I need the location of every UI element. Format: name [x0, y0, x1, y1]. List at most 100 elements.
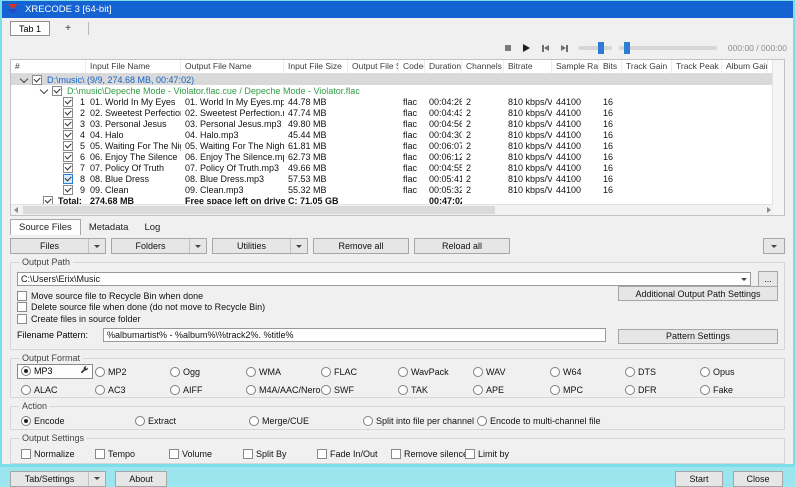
format-radio-mp2[interactable]: [95, 366, 105, 377]
format-radio-flac[interactable]: [321, 366, 331, 377]
remove-all-button[interactable]: Remove all: [313, 238, 409, 254]
format-mp3-selected[interactable]: MP3: [17, 363, 93, 379]
titlebar[interactable]: XRECODE 3 [64-bit]: [2, 1, 793, 18]
action-radio-merge-cue[interactable]: [249, 415, 259, 426]
format-option-m4a-aac-nero[interactable]: M4A/AAC/Nero: [246, 384, 321, 396]
panel-tab-log[interactable]: Log: [136, 220, 168, 235]
option-delete-source-file-when-done-do-not-move-to-recycle-bin[interactable]: Delete source file when done (do not mov…: [17, 302, 778, 314]
format-radio-opus[interactable]: [700, 366, 710, 377]
format-radio-wav[interactable]: [473, 366, 483, 377]
column-header-album-gain[interactable]: Album Gain: [722, 60, 768, 73]
setting-checkbox-tempo[interactable]: [95, 448, 105, 459]
table-row[interactable]: 4 04. Halo 04. Halo.mp3 45.44 MB flac 00:04:3…: [11, 129, 784, 140]
table-row[interactable]: 1 01. World In My Eyes 01. World In My Eye…: [11, 96, 784, 107]
folders-button[interactable]: Folders: [111, 238, 207, 254]
volume-slider[interactable]: [618, 42, 717, 54]
format-option-aiff[interactable]: AIFF: [170, 384, 203, 396]
table-row[interactable]: 6 06. Enjoy The Silence 06. Enjoy The Sile…: [11, 151, 784, 162]
next-track-button[interactable]: [559, 42, 571, 54]
previous-track-button[interactable]: [540, 42, 552, 54]
format-radio-mp3[interactable]: [21, 366, 31, 376]
row-checkbox[interactable]: [63, 118, 73, 129]
group-checkbox[interactable]: [32, 74, 42, 85]
table-row[interactable]: 2 02. Sweetest Perfection 02. Sweetest Per…: [11, 107, 784, 118]
tab-settings-button[interactable]: Tab/Settings: [10, 470, 106, 487]
action-radio-encode[interactable]: [21, 415, 31, 426]
setting-checkbox-limit-by[interactable]: [465, 448, 475, 459]
column-header-channels[interactable]: Channels: [462, 60, 504, 73]
table-row[interactable]: 5 05. Waiting For The Night 05. Waiting Fo…: [11, 140, 784, 151]
row-checkbox[interactable]: [63, 129, 73, 140]
action-radio-split-into-file-per-channel[interactable]: [363, 415, 373, 426]
column-header-duration[interactable]: Duration: [425, 60, 462, 73]
format-option-opus[interactable]: Opus: [700, 366, 735, 378]
play-button[interactable]: [521, 42, 533, 54]
format-option-wavpack[interactable]: WavPack: [398, 366, 449, 378]
scroll-thumb[interactable]: [23, 206, 496, 214]
utilities-button[interactable]: Utilities: [212, 238, 308, 254]
column-header-track-gain[interactable]: Track Gain: [622, 60, 672, 73]
setting-checkbox-volume[interactable]: [169, 448, 179, 459]
column-header-output-file-name[interactable]: Output File Name: [181, 60, 284, 73]
panel-tab-metadata[interactable]: Metadata: [81, 220, 137, 235]
stop-button[interactable]: [502, 42, 514, 54]
format-radio-ac3[interactable]: [95, 384, 105, 395]
scroll-right-arrow[interactable]: [767, 207, 771, 213]
format-option-alac[interactable]: ALAC: [21, 384, 58, 396]
action-option-extract[interactable]: Extract: [135, 415, 176, 427]
setting-checkbox-fade-in-out[interactable]: [317, 448, 327, 459]
output-path-input[interactable]: C:\Users\Erix\Music: [17, 272, 751, 286]
action-option-encode[interactable]: Encode: [21, 415, 65, 427]
row-checkbox[interactable]: [63, 151, 73, 162]
format-radio-dfr[interactable]: [625, 384, 635, 395]
files-dropdown-icon[interactable]: [88, 239, 105, 253]
format-option-wav[interactable]: WAV: [473, 366, 506, 378]
format-radio-ape[interactable]: [473, 384, 483, 395]
collapse-chevron-icon[interactable]: [39, 85, 49, 94]
start-button[interactable]: Start: [675, 470, 723, 487]
setting-option-split-by[interactable]: Split By: [243, 448, 287, 460]
format-radio-aiff[interactable]: [170, 384, 180, 395]
format-radio-alac[interactable]: [21, 384, 31, 395]
format-radio-wavpack[interactable]: [398, 366, 408, 377]
setting-checkbox-split-by[interactable]: [243, 448, 253, 459]
toolbar-more-dropdown-button[interactable]: [763, 238, 785, 254]
format-radio-fake[interactable]: [700, 384, 710, 395]
filename-pattern-input[interactable]: %albumartist% - %album%\%track2%. %title…: [103, 328, 606, 342]
output-path-dropdown-icon[interactable]: [741, 278, 747, 281]
format-option-w64[interactable]: W64: [550, 366, 582, 378]
row-checkbox[interactable]: [63, 107, 73, 118]
add-tab-button[interactable]: +: [58, 21, 78, 36]
format-radio-wma[interactable]: [246, 366, 256, 377]
setting-checkbox-normalize[interactable]: [21, 448, 31, 459]
horizontal-scrollbar[interactable]: [11, 204, 773, 215]
files-button[interactable]: Files: [10, 238, 106, 254]
format-option-ac3[interactable]: AC3: [95, 384, 126, 396]
action-option-merge-cue[interactable]: Merge/CUE: [249, 415, 309, 427]
format-radio-dts[interactable]: [625, 366, 635, 377]
column-header-input-file-size[interactable]: Input File Size: [284, 60, 348, 73]
column-header-bits[interactable]: Bits: [599, 60, 622, 73]
row-checkbox[interactable]: [63, 184, 73, 195]
format-radio-ogg[interactable]: [170, 366, 180, 377]
column-header-bitrate[interactable]: Bitrate: [504, 60, 552, 73]
table-row[interactable]: 7 07. Policy Of Truth 07. Policy Of Truth.…: [11, 162, 784, 173]
table-row[interactable]: 9 09. Clean 09. Clean.mp3 55.32 MB flac 00:05…: [11, 184, 784, 195]
folders-dropdown-icon[interactable]: [189, 239, 206, 253]
table-row[interactable]: 8 08. Blue Dress 08. Blue Dress.mp3 57.53 M…: [11, 173, 784, 184]
row-checkbox[interactable]: [63, 140, 73, 151]
format-option-swf[interactable]: SWF: [321, 384, 354, 396]
row-checkbox[interactable]: [63, 96, 73, 107]
format-radio-swf[interactable]: [321, 384, 331, 395]
setting-checkbox-remove-silence[interactable]: [391, 448, 401, 459]
column-header-[interactable]: #: [11, 60, 86, 73]
setting-option-volume[interactable]: Volume: [169, 448, 212, 460]
format-option-mp2[interactable]: MP2: [95, 366, 127, 378]
scroll-left-arrow[interactable]: [11, 207, 21, 213]
action-option-encode-to-multi-channel-file[interactable]: Encode to multi-channel file: [477, 415, 601, 427]
setting-option-normalize[interactable]: Normalize: [21, 448, 75, 460]
table-row[interactable]: 3 03. Personal Jesus 03. Personal Jesus.mp…: [11, 118, 784, 129]
column-header-codec[interactable]: Codec: [399, 60, 425, 73]
setting-option-fade-in-out[interactable]: Fade In/Out: [317, 448, 378, 460]
column-header-output-file-size[interactable]: Output File Size: [348, 60, 399, 73]
